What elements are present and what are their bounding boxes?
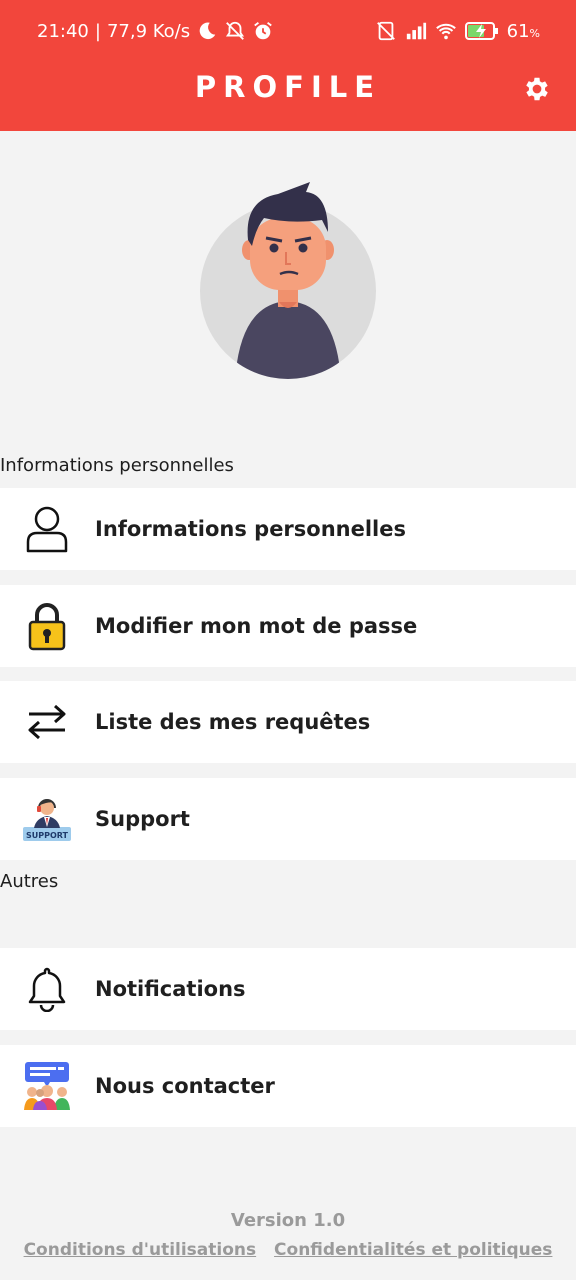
support-agent-icon: SUPPORT	[22, 794, 72, 844]
padlock-icon	[22, 601, 72, 651]
footer-links: Conditions d'utilisations Confidentialit…	[0, 1240, 576, 1260]
avatar	[200, 180, 376, 380]
menu-item-request-list[interactable]: Liste des mes requêtes	[0, 681, 576, 763]
menu-item-label: Notifications	[95, 977, 246, 1001]
user-icon	[22, 504, 72, 554]
menu-item-label: Modifier mon mot de passe	[95, 614, 418, 638]
app-version: Version 1.0	[230, 1210, 346, 1231]
moon-icon	[199, 22, 216, 40]
page-title: PROFILE	[194, 70, 382, 104]
privacy-link[interactable]: Confidentialités et politiques	[274, 1240, 552, 1260]
battery-level: 61%	[506, 20, 540, 42]
app-header: 21:40 | 77,9 Ko/s 61% PROFILE	[0, 0, 576, 131]
menu-item-label: Support	[95, 807, 190, 831]
menu-item-contact[interactable]: Nous contacter	[0, 1045, 576, 1127]
avatar-illustration	[200, 182, 376, 379]
section-heading-others: Autres	[0, 871, 59, 892]
status-left: 21:40 | 77,9 Ko/s	[37, 20, 274, 42]
menu-item-label: Liste des mes requêtes	[95, 710, 371, 734]
terms-link[interactable]: Conditions d'utilisations	[24, 1240, 257, 1260]
status-separator: |	[94, 20, 101, 42]
bell-off-icon	[226, 21, 245, 40]
gear-icon[interactable]	[522, 74, 552, 104]
status-speed: 77,9 Ko/s	[106, 20, 191, 42]
battery-charging-icon	[464, 22, 498, 40]
svg-text:SUPPORT: SUPPORT	[26, 831, 69, 840]
status-bar: 21:40 | 77,9 Ko/s 61%	[0, 0, 576, 64]
section-heading-personal: Informations personnelles	[0, 455, 234, 476]
alarm-icon	[254, 22, 272, 40]
bell-icon	[22, 964, 72, 1014]
status-right: 61%	[375, 20, 540, 42]
menu-item-label: Nous contacter	[95, 1074, 275, 1098]
wifi-icon	[435, 23, 456, 40]
no-sim-icon	[376, 21, 395, 41]
menu-item-support[interactable]: SUPPORT Support	[0, 778, 576, 860]
status-time: 21:40	[37, 20, 89, 42]
contact-group-icon	[22, 1061, 72, 1111]
menu-item-personal-info[interactable]: Informations personnelles	[0, 488, 576, 570]
swap-arrows-icon	[22, 697, 72, 747]
signal-icon	[406, 22, 426, 40]
menu-item-change-password[interactable]: Modifier mon mot de passe	[0, 585, 576, 667]
menu-item-notifications[interactable]: Notifications	[0, 948, 576, 1030]
menu-item-label: Informations personnelles	[95, 517, 407, 541]
